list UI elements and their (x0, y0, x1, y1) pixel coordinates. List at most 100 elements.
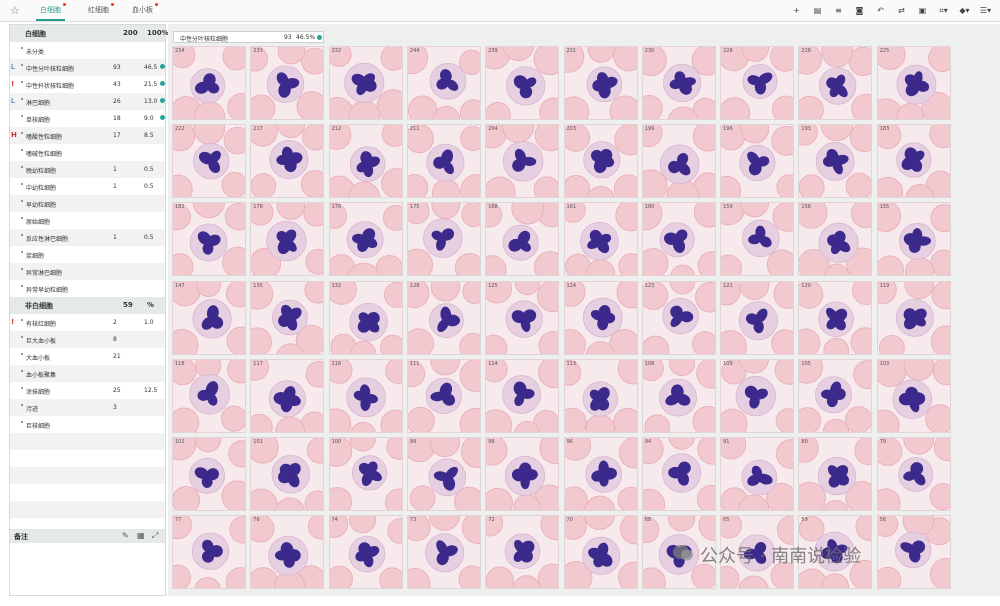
cell-class-row[interactable]: 原始细胞 (10, 212, 165, 229)
cell-image-tile[interactable]: 132 (328, 280, 403, 355)
cell-image-tile[interactable]: 244 (406, 46, 481, 120)
cell-image-tile[interactable]: 102 (172, 437, 246, 511)
copy-icon[interactable]: ▤ (807, 4, 828, 18)
cell-image-tile[interactable]: 101 (250, 437, 325, 511)
cell-image-tile[interactable]: 121 (720, 280, 795, 355)
cell-image-tile[interactable]: 99 (406, 437, 481, 511)
cell-image-tile[interactable]: 118 (172, 358, 246, 433)
compare-icon[interactable]: ⇄ (891, 4, 912, 18)
cell-class-row[interactable]: H 嗜酸性粒细胞 17 8.5 (10, 127, 165, 144)
cell-image-tile[interactable]: 176 (328, 202, 403, 277)
cell-image-tile[interactable]: 100 (328, 437, 403, 511)
cell-image-tile[interactable]: 199 (641, 124, 716, 199)
cell-class-row[interactable]: 涂抹细胞 25 12.5 (10, 382, 165, 399)
cell-image-tile[interactable]: 80 (798, 437, 873, 511)
cell-image-tile[interactable]: 193 (798, 124, 873, 199)
cell-image-tile[interactable]: 91 (720, 437, 795, 511)
cell-class-row[interactable]: 大血小板 21 (10, 348, 165, 365)
filter-icon[interactable]: ◆▾ (954, 4, 975, 18)
cell-image-tile[interactable]: 225 (876, 46, 951, 120)
cell-image-tile[interactable]: 108 (641, 358, 716, 433)
cell-image-tile[interactable]: 109 (720, 358, 795, 433)
cell-image-tile[interactable]: 231 (563, 46, 638, 120)
cell-image-tile[interactable]: 228 (720, 46, 795, 120)
cell-image-tile[interactable]: 116 (328, 358, 403, 433)
cell-image-tile[interactable]: 117 (250, 358, 325, 433)
add-icon[interactable]: + (786, 4, 807, 18)
cell-image-tile[interactable]: 96 (563, 437, 638, 511)
cell-image-tile[interactable]: 111 (406, 358, 481, 433)
cell-class-row[interactable]: L 中性分叶核粒细胞 93 46.5 (10, 59, 165, 76)
cell-image-tile[interactable]: 182 (172, 202, 246, 277)
cell-image-tile[interactable]: 76 (250, 515, 325, 590)
cell-image-tile[interactable]: 233 (250, 46, 325, 120)
cell-image-tile[interactable]: 234 (172, 46, 246, 120)
cell-image-tile[interactable]: 74 (328, 515, 403, 590)
cell-class-row[interactable]: 巨大血小板 8 (10, 331, 165, 348)
bookmark-icon[interactable]: ▣ (912, 4, 933, 18)
tab-wbc[interactable]: 白细胞 (36, 3, 66, 21)
star-icon[interactable]: ☆ (10, 4, 20, 17)
cell-class-row[interactable]: 中幼粒细胞 1 0.5 (10, 178, 165, 195)
cell-class-row[interactable]: 异常早幼粒细胞 (10, 280, 165, 297)
cell-image-tile[interactable]: 159 (720, 202, 795, 277)
cell-image-tile[interactable]: 105 (798, 358, 873, 433)
cell-image-tile[interactable]: 125 (485, 280, 560, 355)
crop-icon[interactable]: ⌗▾ (933, 4, 954, 18)
cell-class-row[interactable]: 单核细胞 18 9.0 (10, 110, 165, 127)
cell-image-tile[interactable]: 103 (876, 358, 951, 433)
cell-image-tile[interactable]: 204 (485, 124, 560, 199)
cell-class-row[interactable]: 浆细胞 (10, 246, 165, 263)
cell-image-tile[interactable]: 161 (563, 202, 638, 277)
cell-image-tile[interactable]: 203 (563, 124, 638, 199)
cell-class-row[interactable]: 晚幼粒细胞 1 0.5 (10, 161, 165, 178)
tab-rbc[interactable]: 红细胞 (84, 3, 114, 21)
menu-icon[interactable]: ☰▾ (975, 4, 996, 18)
undo-icon[interactable]: ↶ (870, 4, 891, 18)
cell-class-row[interactable]: 嗜碱性粒细胞 (10, 144, 165, 161)
cell-image-tile[interactable]: 168 (485, 202, 560, 277)
cell-image-tile[interactable]: 135 (250, 280, 325, 355)
cell-image-tile[interactable]: 114 (485, 358, 560, 433)
expand-icon[interactable]: ⤢ (152, 531, 158, 541)
cell-image-tile[interactable]: 123 (641, 280, 716, 355)
cell-image-tile[interactable]: 226 (798, 46, 873, 120)
cell-image-tile[interactable]: 98 (485, 437, 560, 511)
cell-image-tile[interactable]: 147 (172, 280, 246, 355)
cell-class-row[interactable]: L 淋巴细胞 26 13.0 (10, 93, 165, 110)
cell-image-tile[interactable]: 211 (406, 124, 481, 199)
cell-class-row[interactable]: 反应性淋巴细胞 1 0.5 (10, 229, 165, 246)
cell-class-row[interactable]: 血小板聚集 (10, 365, 165, 382)
cell-image-tile[interactable]: 128 (406, 280, 481, 355)
cell-image-tile[interactable]: 212 (328, 124, 403, 199)
cell-image-tile[interactable]: 124 (563, 280, 638, 355)
cell-image-tile[interactable]: 232 (328, 46, 403, 120)
cell-image-tile[interactable]: 217 (250, 124, 325, 199)
template-icon[interactable]: ▦ (137, 531, 145, 540)
camera-icon[interactable]: ◙ (849, 4, 870, 18)
cell-image-tile[interactable]: 178 (250, 202, 325, 277)
cell-image-tile[interactable]: 72 (485, 515, 560, 590)
cell-image-tile[interactable]: 183 (876, 124, 951, 199)
cell-image-tile[interactable]: 222 (172, 124, 246, 199)
selected-class-tag[interactable]: 中性分叶核粒细胞 93 46.5% (173, 31, 324, 43)
cell-image-tile[interactable]: 73 (406, 515, 481, 590)
cell-class-row[interactable]: 污迹 3 (10, 399, 165, 416)
cell-class-row[interactable]: 早幼粒细胞 (10, 195, 165, 212)
cell-image-tile[interactable]: 79 (876, 437, 951, 511)
cell-image-tile[interactable]: 77 (172, 515, 246, 590)
tab-platelet[interactable]: 血小板 (128, 3, 158, 21)
cell-class-row[interactable]: ! 有核红细胞 2 1.0 (10, 314, 165, 331)
edit-icon[interactable]: ✎ (122, 531, 129, 540)
cell-image-tile[interactable]: 230 (641, 46, 716, 120)
cell-image-tile[interactable]: 120 (798, 280, 873, 355)
cell-image-tile[interactable]: 196 (720, 124, 795, 199)
cell-image-tile[interactable]: 160 (641, 202, 716, 277)
cell-image-tile[interactable]: 158 (798, 202, 873, 277)
cell-image-tile[interactable]: 119 (876, 280, 951, 355)
cell-class-row[interactable]: ! 中性杆状核粒细胞 43 21.5 (10, 76, 165, 93)
cell-class-row[interactable]: 异常淋巴细胞 (10, 263, 165, 280)
notes-textarea[interactable] (10, 543, 165, 595)
cell-image-tile[interactable]: 113 (563, 358, 638, 433)
cell-image-tile[interactable]: 155 (876, 202, 951, 277)
